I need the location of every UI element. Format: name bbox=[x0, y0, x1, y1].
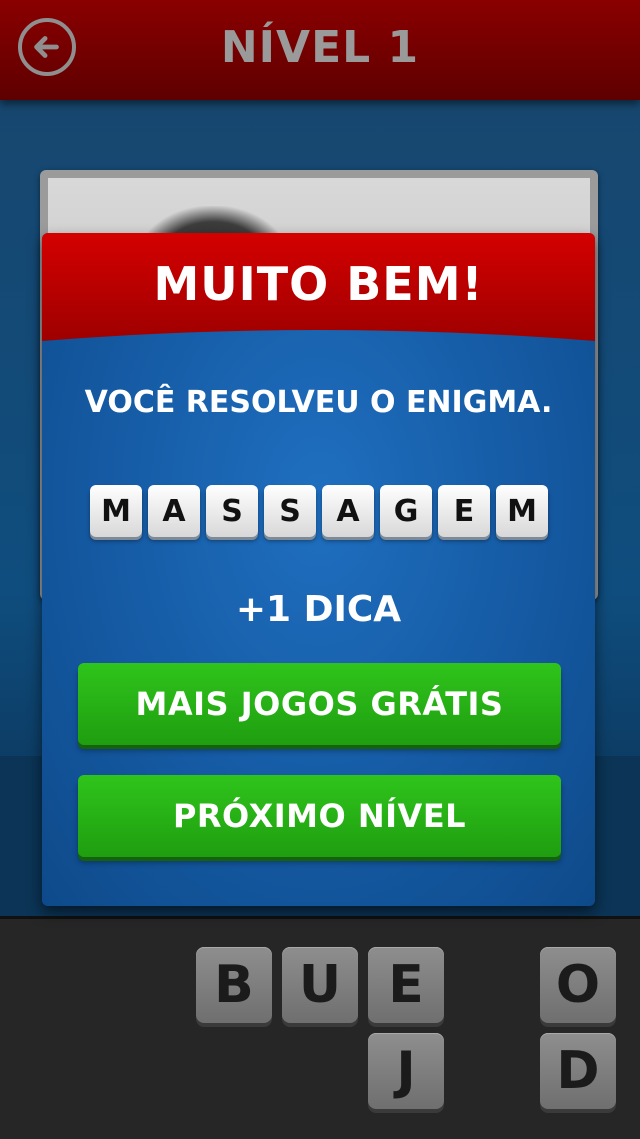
letter-key[interactable]: U bbox=[282, 947, 358, 1023]
answer-tile: E bbox=[438, 485, 490, 537]
answer-tile: M bbox=[496, 485, 548, 537]
dialog-message: VOCÊ RESOLVEU O ENIGMA. bbox=[84, 385, 553, 420]
dialog-title: MUITO BEM! bbox=[153, 257, 484, 311]
letter-keyboard: B U E O J D bbox=[0, 916, 640, 1139]
answer-tile: A bbox=[148, 485, 200, 537]
next-level-button[interactable]: PRÓXIMO NÍVEL bbox=[78, 775, 561, 857]
answer-tile: A bbox=[322, 485, 374, 537]
level-title: NÍVEL 1 bbox=[220, 22, 420, 73]
more-free-games-button[interactable]: MAIS JOGOS GRÁTIS bbox=[78, 663, 561, 745]
answer-tile: M bbox=[90, 485, 142, 537]
letter-key[interactable]: O bbox=[540, 947, 616, 1023]
answer-tile: S bbox=[264, 485, 316, 537]
success-dialog: MUITO BEM! VOCÊ RESOLVEU O ENIGMA. M A S… bbox=[42, 233, 595, 906]
answer-tile: S bbox=[206, 485, 258, 537]
top-bar: NÍVEL 1 bbox=[0, 0, 640, 100]
answer-tile: G bbox=[380, 485, 432, 537]
letter-key[interactable]: B bbox=[196, 947, 272, 1023]
letter-key[interactable]: D bbox=[540, 1033, 616, 1109]
letter-key[interactable]: J bbox=[368, 1033, 444, 1109]
letter-key[interactable]: E bbox=[368, 947, 444, 1023]
dialog-header: MUITO BEM! bbox=[42, 233, 595, 345]
hint-reward: +1 DICA bbox=[235, 589, 402, 630]
